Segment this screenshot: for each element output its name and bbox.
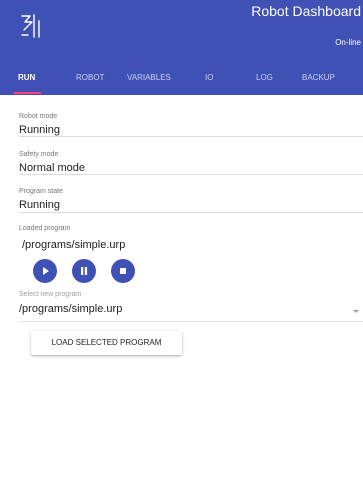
stop-button[interactable] <box>111 259 135 283</box>
program-select-value: /programs/simple.urp <box>19 303 123 315</box>
robot-arm-logo-icon <box>21 14 40 38</box>
app-bar: Robot Dashboard On-line RUN ROBOT VARIAB… <box>0 0 363 95</box>
load-selected-program-button[interactable]: LOAD SELECTED PROGRAM <box>31 331 182 355</box>
stop-icon <box>120 268 126 274</box>
safety-mode-field: Safety mode Normal mode <box>19 150 363 175</box>
tab-variables[interactable]: VARIABLES <box>127 68 171 94</box>
robot-mode-label: Robot mode <box>19 113 58 120</box>
program-state-value: Running <box>19 199 60 211</box>
tab-backup[interactable]: BACKUP <box>302 68 335 94</box>
robot-mode-field: Robot mode Running <box>19 112 363 137</box>
pause-icon <box>81 267 88 275</box>
program-state-label: Program state <box>19 188 63 195</box>
loaded-program-value: /programs/simple.urp <box>22 239 126 251</box>
play-icon <box>43 267 49 275</box>
robot-mode-value: Running <box>19 124 60 136</box>
program-select[interactable]: Select new program /programs/simple.urp <box>19 291 363 322</box>
tab-run[interactable]: RUN <box>18 68 35 94</box>
connection-status: On-line <box>335 38 361 47</box>
tab-log[interactable]: LOG <box>256 68 273 94</box>
tab-io[interactable]: IO <box>205 68 213 94</box>
play-button[interactable] <box>33 259 57 283</box>
app-title: Robot Dashboard <box>251 3 361 19</box>
program-state-field: Program state Running <box>19 187 363 213</box>
safety-mode-value: Normal mode <box>19 162 86 174</box>
tab-bar: RUN ROBOT VARIABLES IO LOG BACKUP <box>0 68 363 95</box>
safety-mode-label: Safety mode <box>19 151 59 158</box>
active-tab-indicator <box>14 92 41 94</box>
program-select-label: Select new program <box>19 291 82 298</box>
chevron-down-icon <box>353 310 359 313</box>
loaded-program-label: Loaded program <box>19 225 71 232</box>
pause-button[interactable] <box>72 259 96 283</box>
loaded-program-field: Loaded program /programs/simple.urp <box>19 224 363 255</box>
tab-robot[interactable]: ROBOT <box>76 68 104 94</box>
